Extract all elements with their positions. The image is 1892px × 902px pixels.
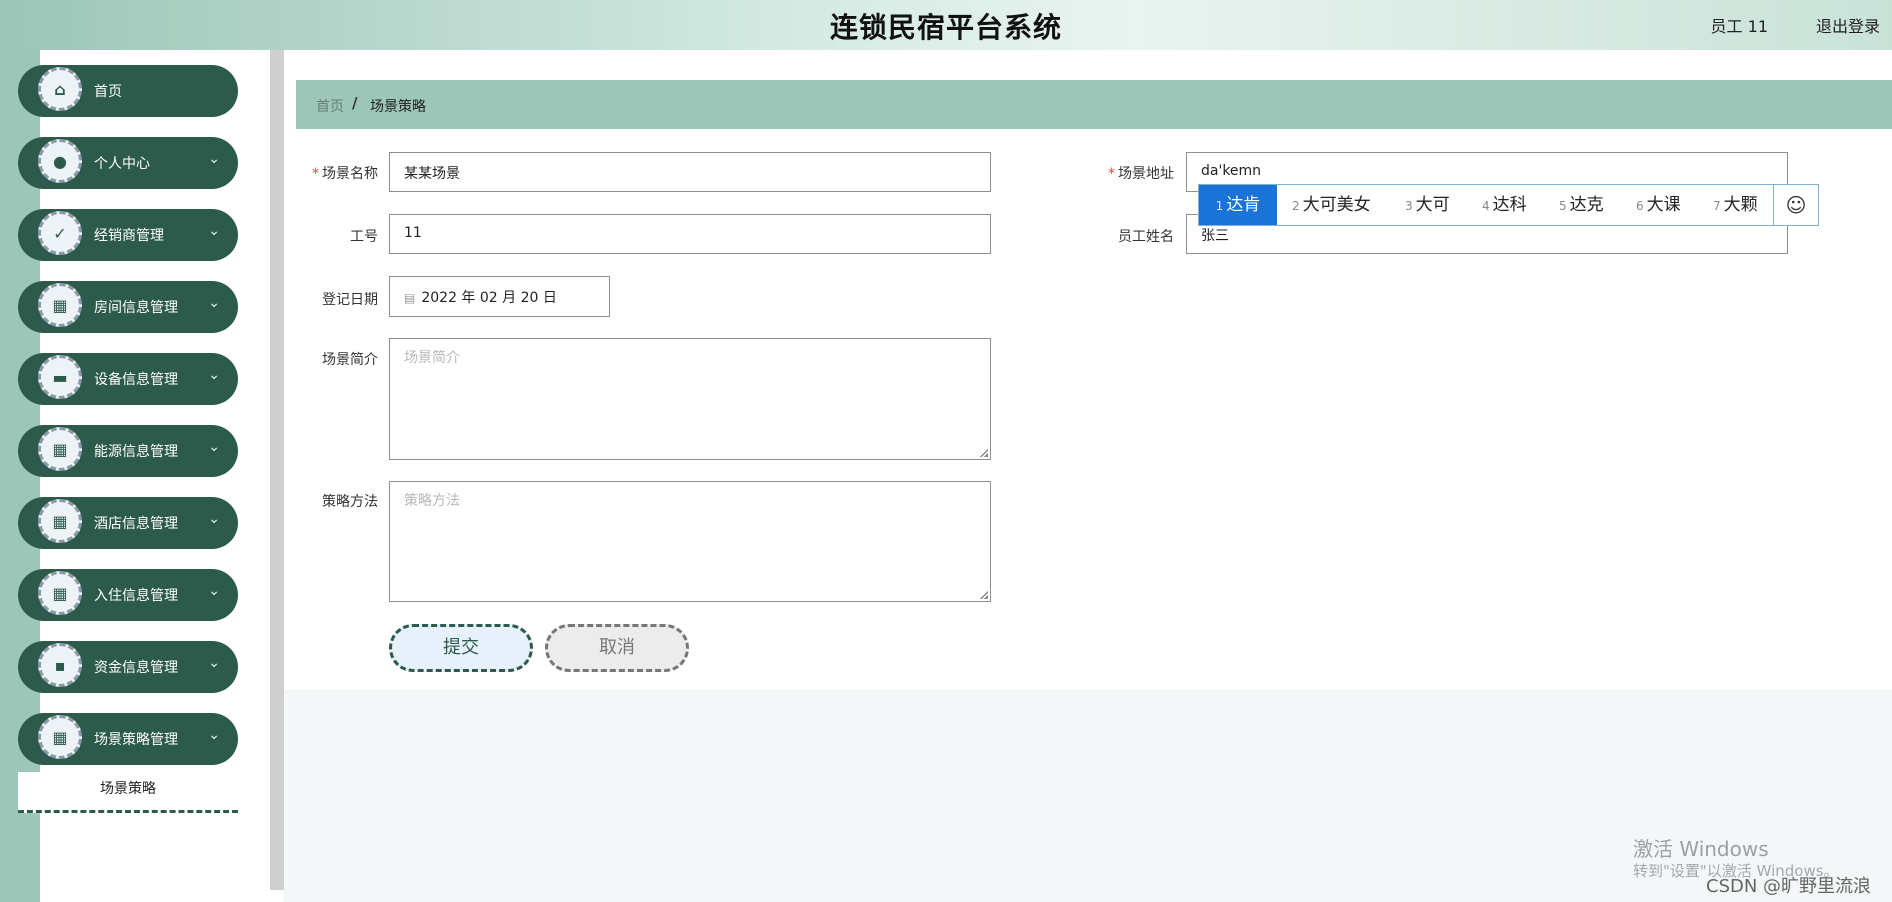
scene-address-label-text: 场景地址 bbox=[1118, 166, 1174, 182]
scene-intro-placeholder: 场景简介 bbox=[404, 350, 460, 366]
ime-candidate[interactable]: 1 达肯 bbox=[1199, 185, 1277, 225]
app-title: 连锁民宿平台系统 bbox=[829, 11, 1062, 44]
sidebar-item-scene-strategy[interactable]: ▦ 场景策略管理 ⌄ bbox=[18, 713, 238, 765]
grid-icon: ▦ bbox=[38, 427, 82, 471]
chat-icon: ▪ bbox=[38, 643, 82, 687]
top-header: 连锁民宿平台系统 员工 11 退出登录 bbox=[0, 0, 1892, 50]
register-date-input[interactable]: ▤ 2022 年 02 月 20 日 bbox=[389, 276, 610, 317]
ime-candidate-text: 达克 bbox=[1569, 195, 1604, 215]
sidebar-item-checkin-info[interactable]: ▦ 入住信息管理 ⌄ bbox=[18, 569, 238, 621]
sidebar-item-personal-center[interactable]: ● 个人中心 ⌄ bbox=[18, 137, 238, 189]
resize-handle-icon[interactable] bbox=[980, 591, 988, 599]
grid-icon: ▦ bbox=[38, 571, 82, 615]
calendar-icon: ▤ bbox=[404, 291, 416, 305]
ime-candidate[interactable]: 5 达克 bbox=[1559, 185, 1604, 225]
device-icon: ▬ bbox=[38, 355, 82, 399]
scene-intro-textarea[interactable]: 场景简介 bbox=[389, 338, 991, 460]
chevron-down-icon: ⌄ bbox=[208, 511, 220, 527]
ime-candidate-number: 7 bbox=[1713, 199, 1721, 213]
sidebar-item-home[interactable]: ⌂ 首页 bbox=[18, 65, 238, 117]
sidebar-item-room-info[interactable]: ▦ 房间信息管理 ⌄ bbox=[18, 281, 238, 333]
grid-icon: ▦ bbox=[38, 715, 82, 759]
submenu-item-scene-strategy[interactable]: 场景策略 bbox=[18, 772, 238, 813]
breadcrumb-home[interactable]: 首页 bbox=[316, 96, 344, 116]
submit-button[interactable]: 提交 bbox=[389, 624, 533, 672]
ime-candidate-number: 2 bbox=[1292, 199, 1300, 213]
emoji-icon[interactable]: ☺ bbox=[1773, 185, 1818, 225]
required-mark: * bbox=[1108, 166, 1115, 182]
ime-candidate[interactable]: 7 大颗 bbox=[1713, 185, 1758, 225]
sidebar-item-label: 资金信息管理 bbox=[94, 660, 178, 676]
scene-name-label-text: 场景名称 bbox=[322, 166, 378, 182]
chevron-down-icon: ⌄ bbox=[208, 439, 220, 455]
clipboard-icon: ✓ bbox=[38, 211, 82, 255]
breadcrumb: 首页 / 场景策略 bbox=[296, 80, 1892, 129]
logout-link[interactable]: 退出登录 bbox=[1816, 13, 1880, 37]
ime-candidate[interactable]: 6 大课 bbox=[1636, 185, 1681, 225]
sidebar-item-label: 入住信息管理 bbox=[94, 588, 178, 604]
ime-candidate[interactable]: 3 大可 bbox=[1405, 185, 1450, 225]
ime-candidate-text: 大可 bbox=[1415, 195, 1450, 215]
sidebar-item-label: 能源信息管理 bbox=[94, 444, 178, 460]
ime-candidate-number: 3 bbox=[1405, 199, 1413, 213]
current-user: 员工 11 bbox=[1710, 17, 1768, 36]
sidebar-item-label: 首页 bbox=[94, 84, 122, 100]
chevron-down-icon: ⌄ bbox=[208, 655, 220, 671]
ime-candidate[interactable]: 4 达科 bbox=[1482, 185, 1527, 225]
scene-name-label: * 场景名称 bbox=[288, 163, 378, 183]
sidebar-item-label: 房间信息管理 bbox=[94, 300, 178, 316]
chevron-down-icon: ⌄ bbox=[208, 295, 220, 311]
strategy-method-label: 策略方法 bbox=[322, 494, 378, 510]
sidebar-item-energy-info[interactable]: ▦ 能源信息管理 ⌄ bbox=[18, 425, 238, 477]
ime-candidate-text: 大可美女 bbox=[1302, 195, 1371, 215]
sidebar-item-dealer-management[interactable]: ✓ 经销商管理 ⌄ bbox=[18, 209, 238, 261]
strategy-method-placeholder: 策略方法 bbox=[404, 493, 460, 509]
register-date-label: 登记日期 bbox=[322, 292, 378, 308]
sidebar-item-label: 设备信息管理 bbox=[94, 372, 178, 388]
employee-name-label: 员工姓名 bbox=[1118, 229, 1174, 245]
home-icon: ⌂ bbox=[38, 67, 82, 111]
register-date-value: 2022 年 02 月 20 日 bbox=[421, 290, 557, 306]
scene-name-input[interactable]: 某某场景 bbox=[389, 152, 991, 192]
grid-icon: ▦ bbox=[38, 499, 82, 543]
strategy-method-textarea[interactable]: 策略方法 bbox=[389, 481, 991, 602]
scene-address-label: * 场景地址 bbox=[1084, 163, 1174, 183]
ime-candidate-text: 达肯 bbox=[1226, 195, 1261, 215]
sidebar-item-hotel-info[interactable]: ▦ 酒店信息管理 ⌄ bbox=[18, 497, 238, 549]
breadcrumb-current: 场景策略 bbox=[370, 99, 426, 115]
ime-candidate-bar: 1 达肯 2 大可美女 3 大可 4 达科 5 达克 6 大课 7 大颗 ☺ bbox=[1198, 184, 1819, 226]
sidebar-item-device-info[interactable]: ▬ 设备信息管理 ⌄ bbox=[18, 353, 238, 405]
breadcrumb-separator: / bbox=[352, 94, 358, 112]
sidebar-item-label: 酒店信息管理 bbox=[94, 516, 178, 532]
csdn-watermark: CSDN @旷野里流浪 bbox=[1706, 876, 1872, 897]
chevron-down-icon: ⌄ bbox=[208, 367, 220, 383]
sidebar-divider bbox=[270, 50, 284, 890]
employee-no-label: 工号 bbox=[350, 229, 378, 245]
cancel-button[interactable]: 取消 bbox=[545, 624, 689, 672]
ime-candidate[interactable]: 2 大可美女 bbox=[1292, 185, 1371, 225]
user-icon: ● bbox=[38, 139, 82, 183]
sidebar-item-label: 经销商管理 bbox=[94, 228, 164, 244]
resize-handle-icon[interactable] bbox=[980, 449, 988, 457]
sidebar-item-label: 个人中心 bbox=[94, 156, 150, 172]
ime-candidate-number: 6 bbox=[1636, 199, 1644, 213]
ime-candidate-number: 4 bbox=[1482, 199, 1490, 213]
chevron-down-icon: ⌄ bbox=[208, 583, 220, 599]
chevron-down-icon: ⌄ bbox=[208, 727, 220, 743]
scene-intro-label: 场景简介 bbox=[322, 352, 378, 368]
ime-candidate-text: 大课 bbox=[1646, 195, 1681, 215]
ime-candidate-number: 1 bbox=[1215, 199, 1224, 213]
employee-no-input[interactable]: 11 bbox=[389, 214, 991, 254]
sidebar-item-fund-info[interactable]: ▪ 资金信息管理 ⌄ bbox=[18, 641, 238, 693]
chevron-down-icon: ⌄ bbox=[208, 223, 220, 239]
chevron-down-icon: ⌄ bbox=[208, 151, 220, 167]
required-mark: * bbox=[312, 166, 319, 182]
ime-candidate-text: 达科 bbox=[1492, 195, 1527, 215]
ime-candidate-text: 大颗 bbox=[1723, 195, 1758, 215]
windows-activation-title: 激活 Windows bbox=[1633, 837, 1769, 861]
grid-icon: ▦ bbox=[38, 283, 82, 327]
sidebar-item-label: 场景策略管理 bbox=[94, 732, 178, 748]
ime-candidate-number: 5 bbox=[1559, 199, 1567, 213]
